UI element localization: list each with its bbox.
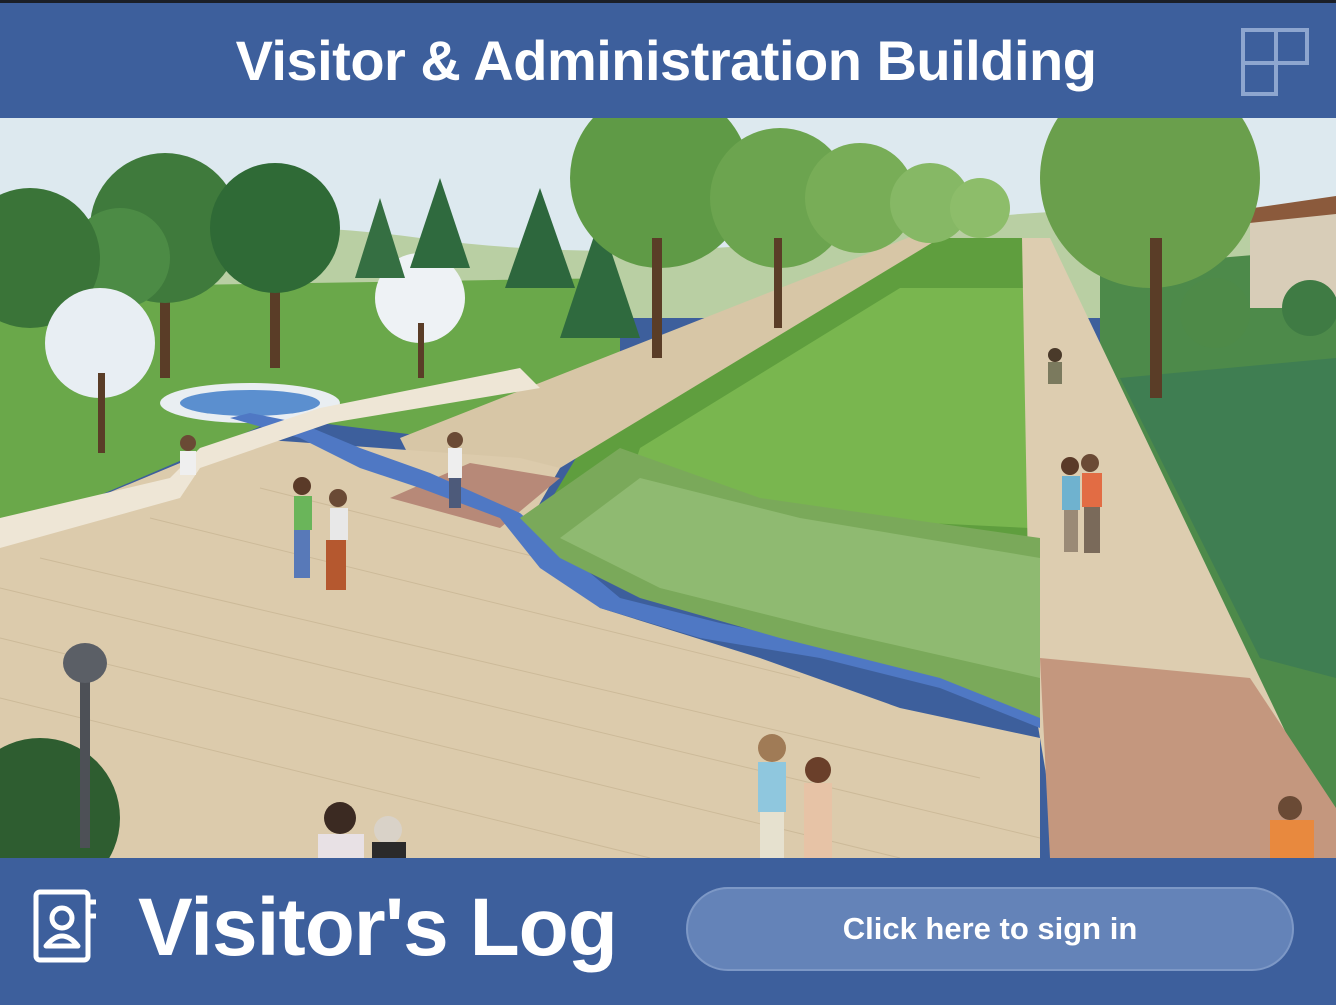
header-bar: Visitor & Administration Building: [0, 3, 1336, 118]
sign-in-button[interactable]: Click here to sign in: [686, 887, 1294, 971]
page-title: Visitor & Administration Building: [235, 29, 1097, 92]
visitors-log-title: Visitor's Log: [138, 882, 618, 973]
landscape-rendering: [0, 118, 1336, 858]
footer-bar: Visitor's Log Click here to sign in: [0, 858, 1336, 1005]
layout-grid-icon[interactable]: [1240, 27, 1310, 97]
contact-book-icon: [30, 888, 100, 968]
